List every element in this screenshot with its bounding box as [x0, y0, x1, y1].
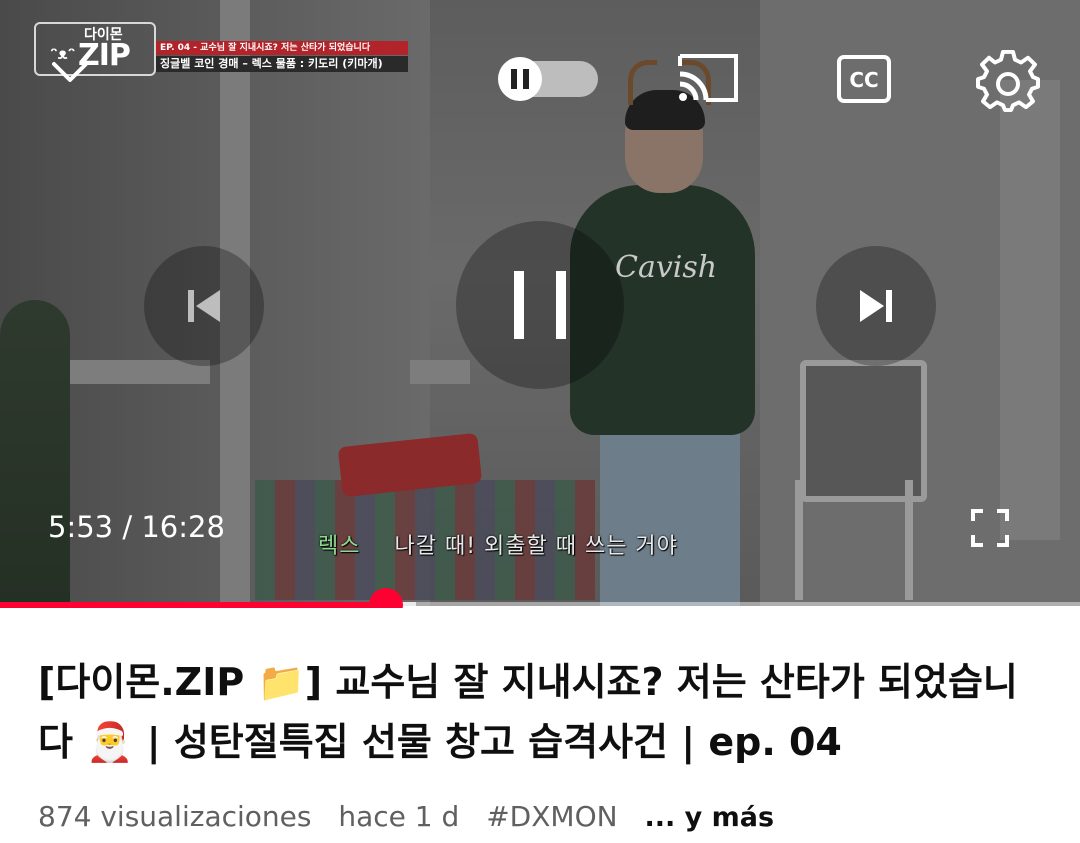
- cc-icon[interactable]: CC: [836, 54, 892, 104]
- sweater-print: Cavish: [615, 250, 718, 285]
- subtitle-speaker: 렉스: [318, 534, 361, 559]
- next-video-button[interactable]: [816, 246, 936, 366]
- previous-video-button[interactable]: [144, 246, 264, 366]
- chair-leg: [905, 480, 913, 600]
- fullscreen-icon[interactable]: [970, 508, 1010, 548]
- video-title[interactable]: [다이몬.ZIP 📁] 교수님 잘 지내시죠? 저는 산타가 되었습니다 🎅 |…: [38, 652, 1048, 772]
- segment-banner: 징글벨 코인 경매 – 렉스 물품 : 키도리 (키마개): [156, 56, 408, 72]
- current-time: 5:53: [48, 510, 114, 544]
- chair-leg: [795, 480, 803, 600]
- hashtag-link[interactable]: #DXMON: [486, 800, 617, 833]
- view-count: 874 visualizaciones: [38, 800, 312, 833]
- antler: [628, 60, 657, 105]
- scene-door: [1000, 80, 1060, 540]
- gear-icon[interactable]: [976, 50, 1040, 114]
- skip-next-icon: [860, 290, 892, 322]
- play-pause-button[interactable]: [456, 221, 624, 389]
- person-legs: [600, 430, 740, 606]
- pause-icon: [514, 271, 566, 339]
- duration: 16:28: [141, 510, 225, 544]
- christmas-tree: [0, 300, 70, 606]
- episode-banner: EP. 04 - 교수님 잘 지내시죠? 저는 산타가 되었습니다: [156, 41, 408, 55]
- show-more-button[interactable]: ... y más: [644, 802, 774, 833]
- chevron-down-icon[interactable]: [50, 58, 90, 88]
- skip-previous-icon: [188, 290, 220, 322]
- scene-shelf: [410, 360, 470, 384]
- subtitle-caption: 렉스 나갈 때! 외출할 때 쓰는 거야: [318, 528, 678, 560]
- time-separator: /: [113, 510, 142, 544]
- video-meta[interactable]: 874 visualizaciones hace 1 d #DXMON ... …: [38, 800, 792, 833]
- svg-text:CC: CC: [849, 68, 878, 92]
- cast-icon[interactable]: [676, 52, 740, 104]
- subtitle-text: 나갈 때! 외출할 때 쓰는 거야: [394, 534, 678, 559]
- time-display: 5:53 / 16:28: [48, 510, 225, 544]
- video-player[interactable]: Cavish 다이몬 ZIP ᵔᴥᵔ EP. 04 - 교수님 잘 지내시죠? …: [0, 0, 1080, 606]
- upload-age: hace 1 d: [338, 800, 460, 833]
- autoplay-toggle-icon[interactable]: [494, 57, 600, 101]
